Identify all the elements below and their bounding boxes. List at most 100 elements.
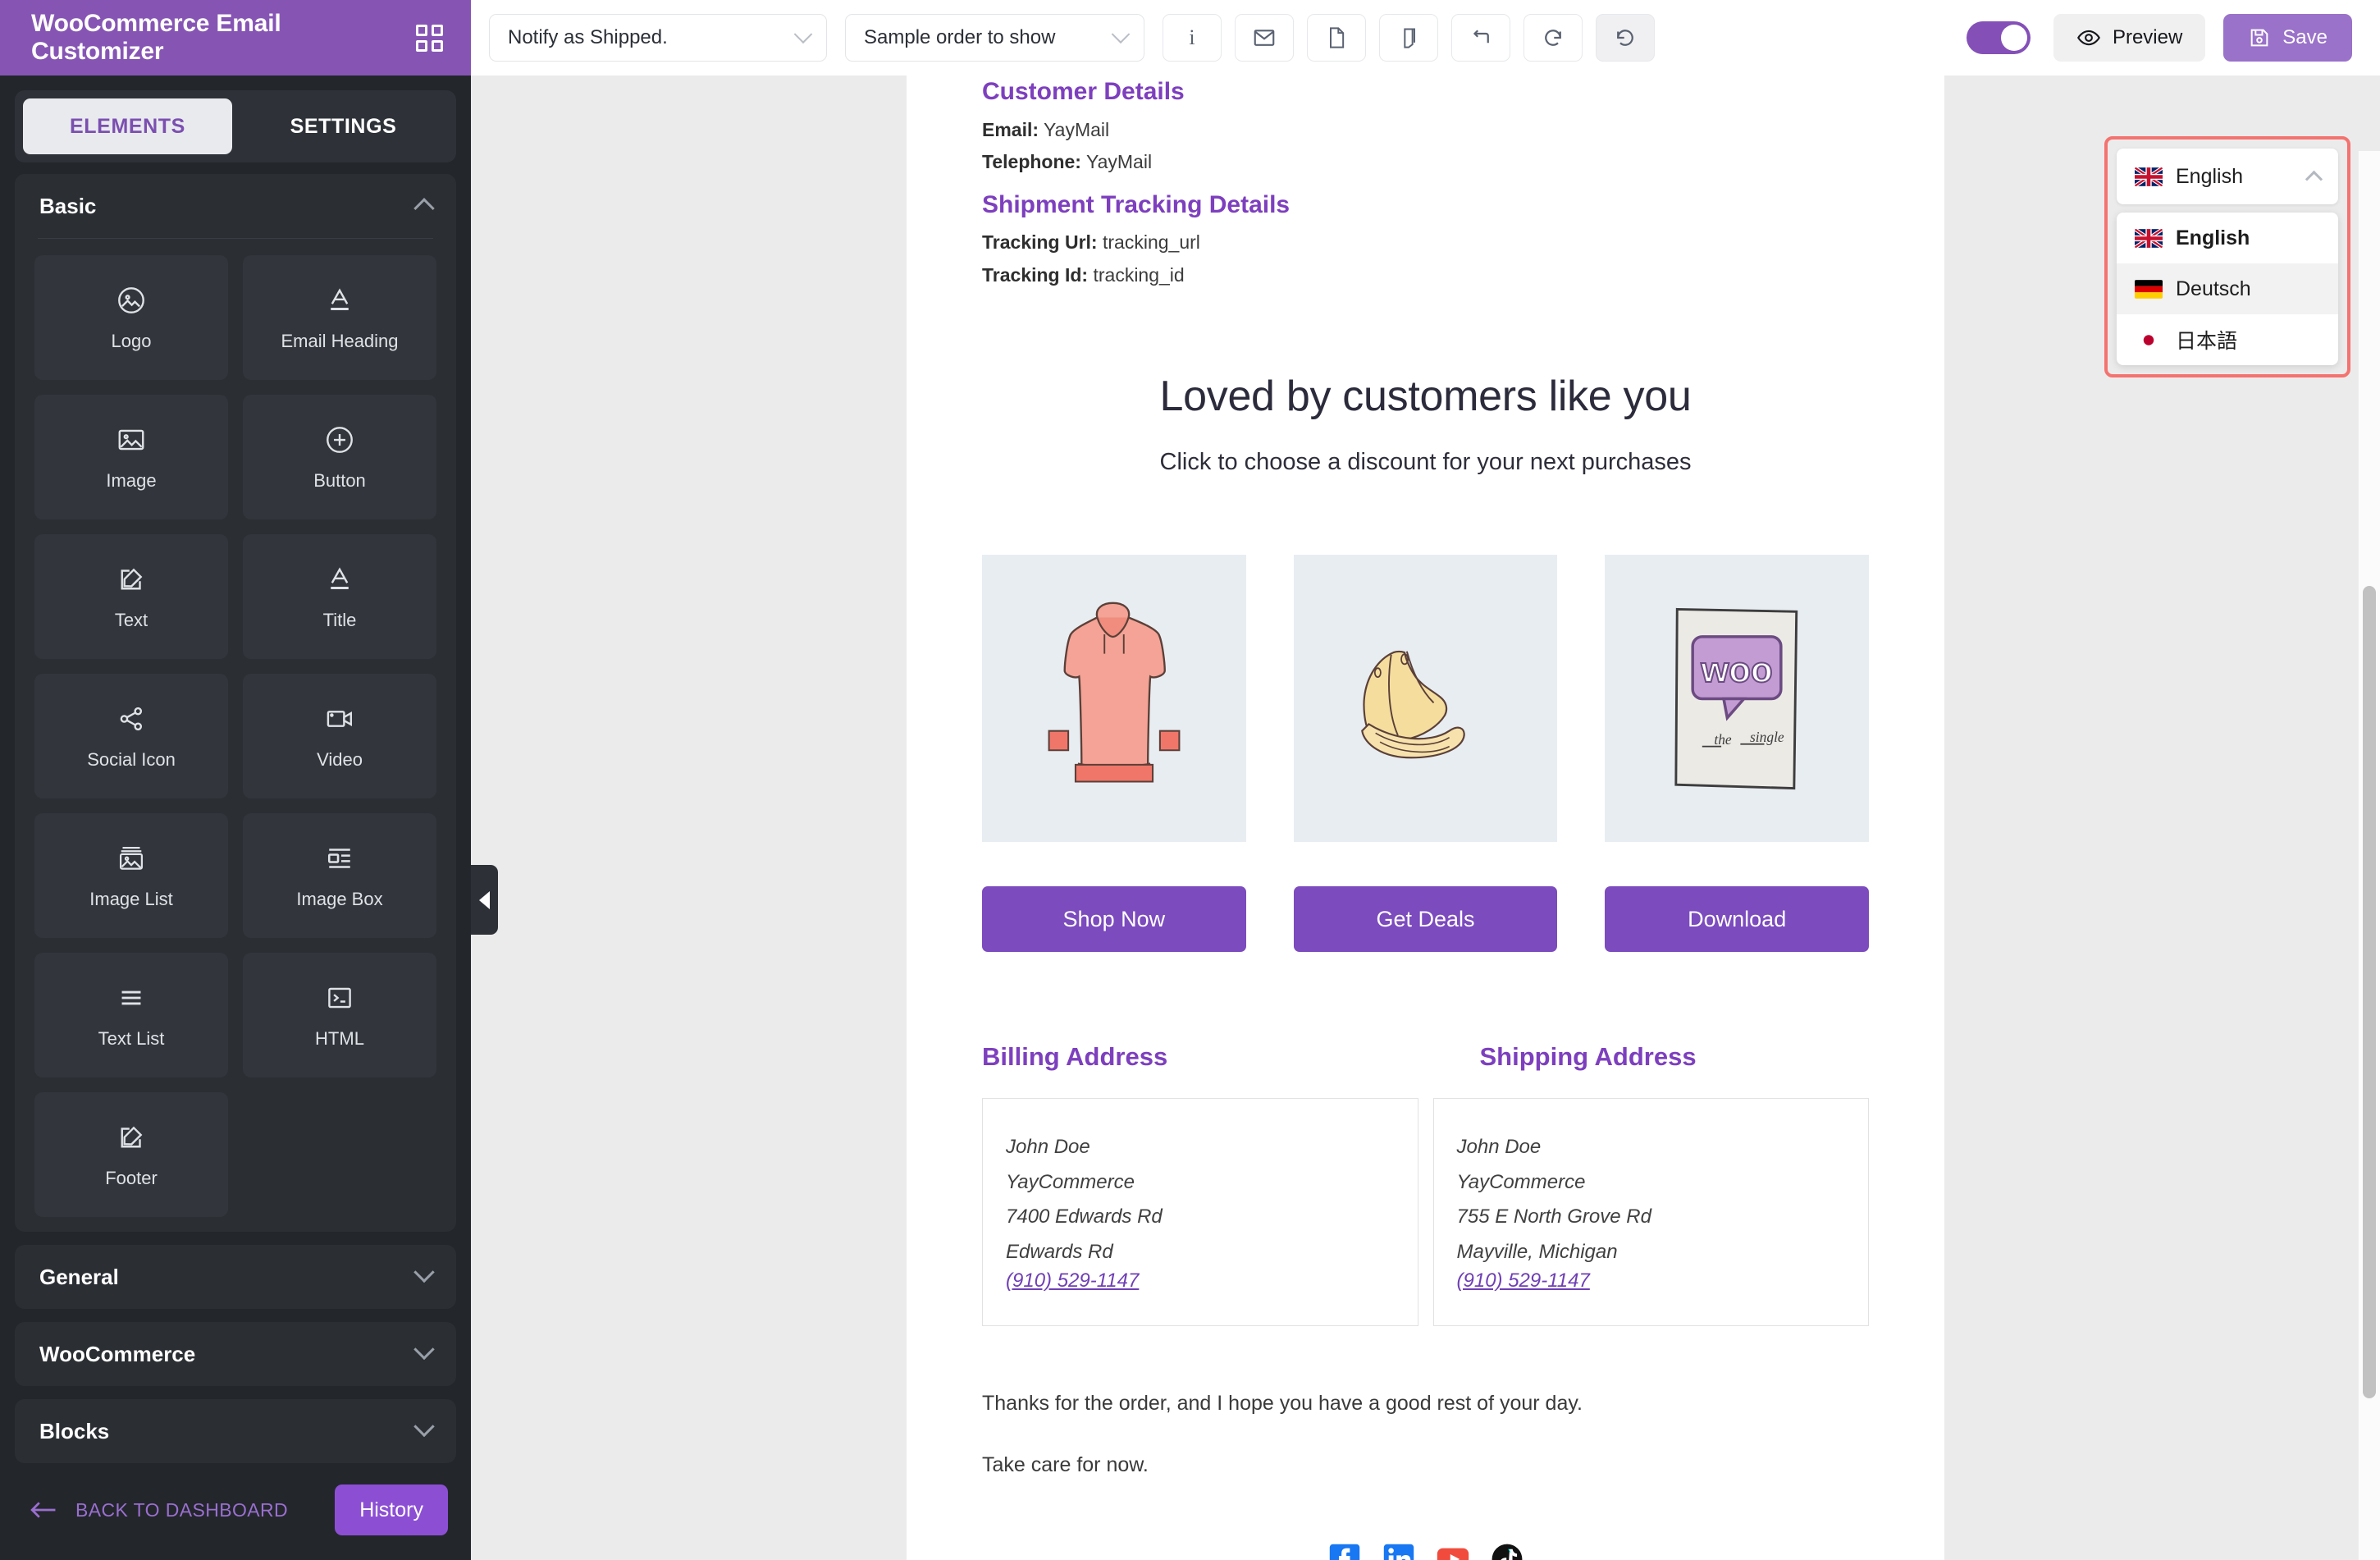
element-logo-label: Logo — [111, 331, 152, 351]
billing-phone-link[interactable]: (910) 529-1147 — [1006, 1270, 1393, 1292]
element-image-list[interactable]: Image List — [34, 813, 228, 938]
customer-telephone-row: Telephone: YayMail — [982, 146, 1869, 179]
eye-icon — [2076, 30, 2100, 46]
sidebar-tabs: ELEMENTS SETTINGS — [15, 90, 456, 162]
closing-line-2[interactable]: Take care for now. — [982, 1453, 1869, 1477]
language-switcher: English English Deutsch 日本語 — [2104, 136, 2350, 377]
element-text-label: Text — [114, 610, 148, 630]
sample-order-select[interactable]: Sample order to show — [845, 14, 1144, 62]
body-row: ELEMENTS SETTINGS Basic Logo Email Headi… — [0, 75, 2380, 1560]
grid-apps-icon[interactable] — [416, 24, 443, 52]
product-card[interactable]: Get Deals — [1293, 555, 1558, 953]
tab-elements-label: ELEMENTS — [70, 114, 185, 138]
shipment-tracking-block[interactable]: Shipment Tracking Details Tracking Url: … — [982, 189, 1869, 292]
svg-text:the: the — [1715, 730, 1733, 747]
tab-elements[interactable]: ELEMENTS — [23, 98, 232, 154]
vertical-scrollbar[interactable] — [2358, 151, 2380, 1560]
template-page-button[interactable] — [1307, 14, 1366, 62]
element-email-heading[interactable]: Email Heading — [243, 255, 436, 380]
linkedin-icon[interactable] — [1379, 1539, 1418, 1560]
sidebar: ELEMENTS SETTINGS Basic Logo Email Headi… — [0, 75, 471, 1560]
app-title: WooCommerce Email Customizer — [31, 10, 281, 65]
customer-email-label: Email: — [982, 118, 1039, 140]
closing-line-1[interactable]: Thanks for the order, and I hope you hav… — [982, 1392, 1869, 1416]
billing-line: YayCommerce — [1006, 1170, 1135, 1193]
element-html[interactable]: HTML — [243, 953, 436, 1077]
billing-address-heading: Billing Address — [982, 1042, 1168, 1072]
back-to-dashboard-label: BACK TO DASHBOARD — [75, 1498, 289, 1521]
collapse-sidebar-handle[interactable] — [471, 865, 498, 935]
section-woocommerce-header[interactable]: WooCommerce — [15, 1322, 456, 1386]
image-list-icon — [114, 841, 148, 876]
undo-button[interactable] — [1523, 14, 1583, 62]
element-button[interactable]: Button — [243, 395, 436, 519]
hero-title[interactable]: Loved by customers like you — [982, 372, 1869, 421]
facebook-icon[interactable] — [1325, 1539, 1364, 1560]
japan-flag-icon — [2135, 330, 2163, 350]
back-to-dashboard-button[interactable]: BACK TO DASHBOARD — [28, 1499, 288, 1521]
element-title[interactable]: Title — [243, 534, 436, 659]
email-type-select[interactable]: Notify as Shipped. — [489, 14, 827, 62]
sidebar-footer: BACK TO DASHBOARD History — [0, 1466, 471, 1560]
shipping-address-heading: Shipping Address — [1479, 1042, 1697, 1072]
email-canvas: Customer Details Email: YayMail Telephon… — [471, 75, 2380, 1560]
youtube-icon[interactable] — [1433, 1539, 1473, 1560]
section-general: General — [15, 1245, 456, 1309]
info-icon-button[interactable]: i — [1163, 14, 1222, 62]
element-social-icon[interactable]: Social Icon — [34, 674, 228, 798]
element-logo[interactable]: Logo — [34, 255, 228, 380]
chevron-down-icon — [793, 25, 813, 44]
element-image-label: Image — [106, 470, 157, 491]
language-current-select[interactable]: English — [2117, 149, 2338, 204]
billing-address-box[interactable]: John Doe YayCommerce 7400 Edwards Rd Edw… — [982, 1098, 1418, 1327]
product-button[interactable]: Shop Now — [982, 886, 1246, 953]
language-option-japanese-label: 日本語 — [2176, 330, 2238, 353]
top-toolbar: WooCommerce Email Customizer Notify as S… — [0, 0, 2380, 75]
tiktok-icon[interactable] — [1487, 1539, 1527, 1560]
shipping-phone-link[interactable]: (910) 529-1147 — [1457, 1270, 1844, 1292]
section-blocks-header[interactable]: Blocks — [15, 1399, 456, 1463]
shipping-line: Mayville, Michigan — [1456, 1240, 1618, 1263]
reset-template-button[interactable] — [1451, 14, 1510, 62]
reset-arrow-icon — [1473, 30, 1489, 43]
send-test-email-button[interactable] — [1235, 14, 1294, 62]
duplicate-template-button[interactable] — [1379, 14, 1438, 62]
tracking-id-row: Tracking Id: tracking_id — [982, 259, 1869, 292]
language-option-deutsch[interactable]: Deutsch — [2117, 263, 2338, 314]
element-email-heading-label: Email Heading — [281, 331, 399, 351]
scrollbar-thumb[interactable] — [2363, 586, 2376, 1398]
tracking-url-label: Tracking Url: — [982, 231, 1098, 254]
section-general-header[interactable]: General — [15, 1245, 456, 1309]
element-image-box[interactable]: Image Box — [243, 813, 436, 938]
language-option-english[interactable]: English — [2117, 213, 2338, 263]
product-button[interactable]: Download — [1605, 886, 1870, 953]
save-button[interactable]: Save — [2223, 14, 2352, 62]
preview-button[interactable]: Preview — [2053, 14, 2206, 62]
element-video[interactable]: Video — [243, 674, 436, 798]
element-video-label: Video — [317, 749, 363, 770]
shipping-address-box[interactable]: John Doe YayCommerce 755 E North Grove R… — [1432, 1098, 1869, 1327]
tracking-url-row: Tracking Url: tracking_url — [982, 226, 1869, 259]
billing-line: Edwards Rd — [1006, 1240, 1113, 1263]
desktop-mobile-toggle[interactable] — [1966, 21, 2031, 54]
element-text[interactable]: Text — [34, 534, 228, 659]
language-option-japanese[interactable]: 日本語 — [2117, 314, 2338, 365]
customer-details-block[interactable]: Customer Details Email: YayMail Telephon… — [982, 75, 1869, 179]
section-basic: Basic Logo Email Heading Image Button Te… — [15, 174, 456, 1232]
tab-settings[interactable]: SETTINGS — [239, 98, 448, 154]
section-basic-header[interactable]: Basic — [15, 174, 456, 238]
hero-subtitle[interactable]: Click to choose a discount for your next… — [982, 449, 1869, 476]
tracking-id-value: tracking_id — [1093, 263, 1185, 286]
product-card[interactable]: woo the single Download — [1605, 555, 1870, 953]
product-button[interactable]: Get Deals — [1293, 886, 1558, 953]
element-text-list[interactable]: Text List — [34, 953, 228, 1077]
redo-button[interactable] — [1596, 14, 1655, 62]
language-option-deutsch-label: Deutsch — [2176, 277, 2251, 300]
element-image[interactable]: Image — [34, 395, 228, 519]
tracking-id-label: Tracking Id: — [982, 263, 1089, 286]
brand-header: WooCommerce Email Customizer — [0, 0, 471, 75]
product-card[interactable]: Shop Now — [982, 555, 1246, 953]
element-footer[interactable]: Footer — [34, 1092, 228, 1217]
history-button[interactable]: History — [335, 1485, 448, 1535]
product-image — [982, 555, 1246, 843]
